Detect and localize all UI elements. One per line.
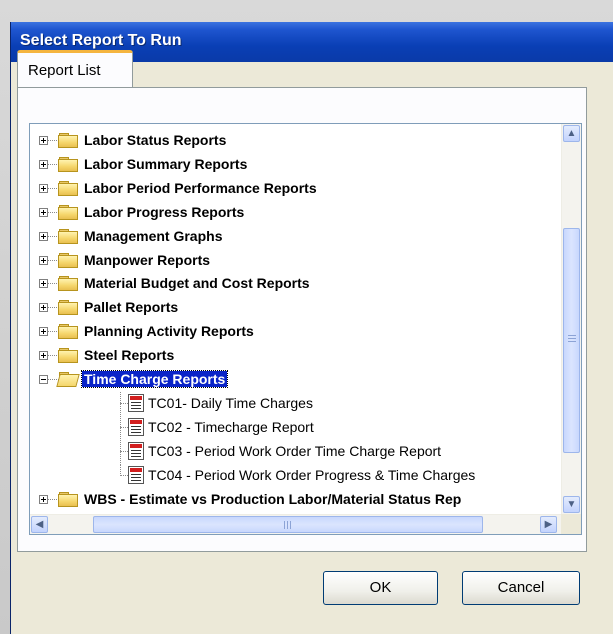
horizontal-scrollbar[interactable]: ◀ ▶ — [30, 514, 562, 534]
minus-expander-icon[interactable] — [39, 375, 48, 384]
tree-folder-row[interactable]: Management Graphs — [30, 225, 550, 248]
report-icon — [128, 393, 144, 412]
tree-report-row[interactable]: TC03 - Period Work Order Time Charge Rep… — [30, 439, 550, 463]
report-tree[interactable]: Labor Status Reports Labor Summary Report… — [29, 123, 582, 535]
tree-folder-label[interactable]: Planning Activity Reports — [84, 323, 254, 339]
plus-expander-icon[interactable] — [39, 159, 48, 169]
tree-rows: Labor Status Reports Labor Summary Report… — [30, 124, 550, 514]
tree-folder-row[interactable]: Material Budget and Cost Reports — [30, 272, 550, 295]
plus-expander-icon[interactable] — [39, 207, 48, 217]
folder-icon — [58, 348, 78, 364]
report-icon — [128, 441, 144, 460]
tree-folder-label[interactable]: Labor Progress Reports — [84, 204, 244, 220]
tree-folder-row[interactable]: Time Charge Reports — [30, 368, 550, 391]
tree-folder-label[interactable]: Time Charge Reports — [80, 370, 229, 388]
scroll-right-button[interactable]: ▶ — [540, 516, 557, 533]
tree-folder-row[interactable]: Labor Summary Reports — [30, 153, 550, 176]
tree-folder-row[interactable]: Labor Progress Reports — [30, 201, 550, 224]
tree-folder-label[interactable]: Pallet Reports — [84, 299, 178, 315]
tree-folder-label[interactable]: WBS - Estimate vs Production Labor/Mater… — [84, 491, 461, 507]
scroll-left-button[interactable]: ◀ — [31, 516, 48, 533]
tab-report-list-label: Report List — [28, 62, 101, 79]
folder-icon — [58, 300, 78, 316]
scroll-up-button[interactable]: ▲ — [563, 125, 580, 142]
scroll-down-button[interactable]: ▼ — [563, 496, 580, 513]
folder-icon — [58, 491, 78, 507]
tree-folder-label[interactable]: Steel Reports — [84, 347, 174, 363]
plus-expander-icon[interactable] — [39, 351, 48, 361]
folder-icon — [58, 324, 78, 340]
tree-folder-row[interactable]: Manpower Reports — [30, 249, 550, 272]
plus-expander-icon[interactable] — [39, 279, 48, 289]
tree-folder-row[interactable]: Labor Status Reports — [30, 129, 550, 152]
tree-folder-row[interactable]: Planning Activity Reports — [30, 320, 550, 343]
cancel-button[interactable]: Cancel — [462, 571, 580, 605]
tree-report-row[interactable]: TC01- Daily Time Charges — [30, 391, 550, 415]
tree-report-label[interactable]: TC01- Daily Time Charges — [148, 395, 313, 411]
tree-report-label[interactable]: TC02 - Timecharge Report — [148, 419, 314, 435]
tree-folder-label[interactable]: Labor Summary Reports — [84, 156, 247, 172]
vertical-scrollbar[interactable]: ▲ ▼ — [561, 124, 581, 514]
plus-expander-icon[interactable] — [39, 327, 48, 337]
plus-expander-icon[interactable] — [39, 494, 48, 504]
tree-report-row[interactable]: TC04 - Period Work Order Progress & Time… — [30, 463, 550, 487]
folder-icon — [58, 156, 78, 172]
tree-folder-label[interactable]: Management Graphs — [84, 228, 222, 244]
ok-button[interactable]: OK — [323, 571, 438, 605]
vertical-scroll-thumb[interactable] — [563, 228, 580, 453]
tree-report-label[interactable]: TC04 - Period Work Order Progress & Time… — [148, 467, 475, 483]
folder-icon — [58, 133, 78, 148]
tree-folder-row[interactable]: WBS - Estimate vs Production Labor/Mater… — [30, 488, 550, 511]
tree-folder-row[interactable]: Steel Reports — [30, 344, 550, 367]
folder-icon — [58, 228, 78, 244]
folder-icon — [58, 204, 78, 220]
plus-expander-icon[interactable] — [39, 231, 48, 241]
open-folder-icon — [56, 372, 80, 387]
tree-folder-row[interactable]: Labor Period Performance Reports — [30, 177, 550, 200]
folder-icon — [58, 252, 78, 268]
plus-expander-icon[interactable] — [39, 303, 48, 313]
scrollbar-corner — [561, 514, 581, 534]
plus-expander-icon[interactable] — [39, 183, 48, 193]
tree-folder-label[interactable]: Manpower Reports — [84, 252, 210, 268]
tree-report-row[interactable]: TC02 - Timecharge Report — [30, 415, 550, 439]
folder-icon — [58, 276, 78, 292]
tree-folder-label[interactable]: Labor Status Reports — [84, 132, 226, 148]
tree-folder-row[interactable]: Pallet Reports — [30, 296, 550, 319]
tree-report-label[interactable]: TC03 - Period Work Order Time Charge Rep… — [148, 443, 441, 459]
tree-folder-label[interactable]: Labor Period Performance Reports — [84, 180, 317, 196]
plus-expander-icon[interactable] — [39, 255, 48, 265]
tab-report-list[interactable]: Report List — [17, 50, 133, 88]
report-icon — [128, 465, 144, 484]
tree-folder-label[interactable]: Material Budget and Cost Reports — [84, 275, 310, 291]
horizontal-scroll-thumb[interactable] — [93, 516, 483, 533]
folder-icon — [58, 180, 78, 196]
dialog-title: Select Report To Run — [20, 32, 182, 49]
plus-expander-icon[interactable] — [39, 136, 48, 145]
report-icon — [128, 417, 144, 436]
